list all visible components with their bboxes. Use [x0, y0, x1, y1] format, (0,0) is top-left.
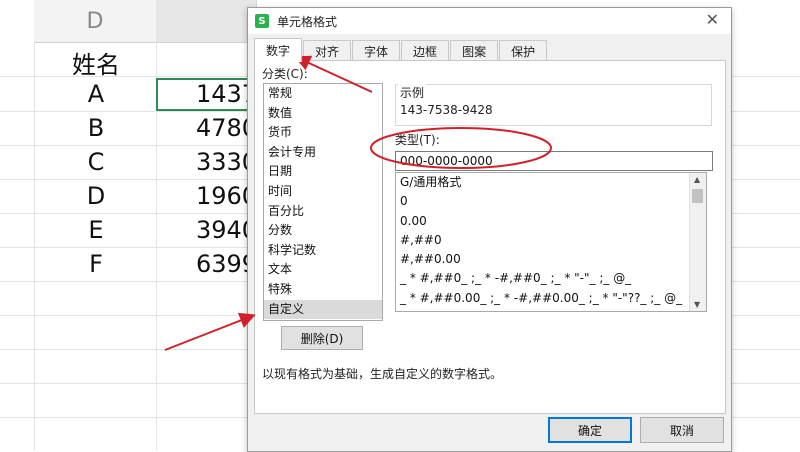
- cell-name-f[interactable]: F: [36, 250, 156, 278]
- number-tab-panel: 分类(C): 常规 数值 货币 会计专用 日期 时间 百分比 分数 科学记数 文…: [254, 60, 726, 414]
- category-item-custom[interactable]: 自定义: [264, 299, 382, 320]
- category-item[interactable]: 常规: [264, 84, 382, 104]
- cell-name-a[interactable]: A: [36, 80, 156, 108]
- dialog-tabs: 数字 对齐 字体 边框 图案 保护: [254, 38, 548, 62]
- format-item[interactable]: 0: [396, 192, 706, 211]
- sample-group: 示例 143-7538-9428: [395, 84, 712, 126]
- format-list[interactable]: G/通用格式 0 0.00 #,##0 #,##0.00 _ * #,##0_ …: [395, 172, 707, 312]
- category-item[interactable]: 数值: [264, 104, 382, 124]
- selected-cell-border: [156, 78, 252, 111]
- category-item[interactable]: 科学记数: [264, 241, 382, 261]
- category-item[interactable]: 会计专用: [264, 143, 382, 163]
- cell-name-b[interactable]: B: [36, 114, 156, 142]
- column-header-label: D: [86, 8, 104, 34]
- close-icon[interactable]: ✕: [706, 12, 719, 28]
- format-item[interactable]: #,##0.00: [396, 250, 706, 269]
- format-item[interactable]: _ * #,##0_ ;_ * -#,##0_ ;_ * "-"_ ;_ @_: [396, 269, 706, 288]
- app-logo-icon: S: [255, 14, 269, 28]
- cancel-button[interactable]: 取消: [640, 417, 724, 443]
- format-item[interactable]: _ * #,##0.00_ ;_ * -#,##0.00_ ;_ * "-"??…: [396, 289, 706, 308]
- category-item[interactable]: 货币: [264, 123, 382, 143]
- format-item[interactable]: G/通用格式: [396, 173, 706, 192]
- category-item[interactable]: 特殊: [264, 280, 382, 300]
- scroll-down-icon[interactable]: ▼: [694, 300, 700, 309]
- category-item[interactable]: 日期: [264, 162, 382, 182]
- ok-button[interactable]: 确定: [548, 417, 632, 443]
- tab-pattern[interactable]: 图案: [450, 40, 499, 61]
- sample-value: 143-7538-9428: [400, 103, 493, 117]
- dialog-title: 单元格格式: [277, 14, 338, 29]
- tab-border[interactable]: 边框: [401, 40, 450, 61]
- delete-button[interactable]: 删除(D): [281, 326, 363, 350]
- category-label: 分类(C):: [262, 67, 308, 81]
- cell-name-d[interactable]: D: [36, 182, 156, 210]
- tab-alignment[interactable]: 对齐: [303, 40, 352, 61]
- dialog-titlebar[interactable]: S 单元格格式 ✕: [248, 8, 731, 34]
- category-item[interactable]: 时间: [264, 182, 382, 202]
- cell-name-c[interactable]: C: [36, 148, 156, 176]
- type-label: 类型(T):: [395, 133, 440, 147]
- tab-number[interactable]: 数字: [254, 38, 303, 62]
- format-cells-dialog: S 单元格格式 ✕ 数字 对齐 字体 边框 图案 保护 分类(C): 常规 数值…: [247, 7, 732, 452]
- sample-label: 示例: [398, 84, 427, 101]
- type-input[interactable]: 000-0000-0000: [395, 151, 713, 171]
- format-item[interactable]: 0.00: [396, 212, 706, 231]
- category-item[interactable]: 文本: [264, 260, 382, 280]
- format-list-scrollbar[interactable]: ▲ ▼: [689, 173, 706, 311]
- format-item[interactable]: #,##0: [396, 231, 706, 250]
- tab-protection[interactable]: 保护: [499, 40, 548, 61]
- scroll-up-icon[interactable]: ▲: [694, 175, 700, 184]
- name-header-cell[interactable]: 姓名: [36, 45, 156, 80]
- column-header-e[interactable]: [156, 0, 257, 43]
- cell-name-e[interactable]: E: [36, 216, 156, 244]
- category-item[interactable]: 百分比: [264, 202, 382, 222]
- category-item[interactable]: 分数: [264, 221, 382, 241]
- column-header-d[interactable]: D: [34, 0, 157, 43]
- custom-format-description: 以现有格式为基础，生成自定义的数字格式。: [262, 367, 503, 381]
- scroll-thumb[interactable]: [692, 189, 703, 203]
- category-list[interactable]: 常规 数值 货币 会计专用 日期 时间 百分比 分数 科学记数 文本 特殊 自定…: [263, 83, 383, 321]
- tab-font[interactable]: 字体: [352, 40, 401, 61]
